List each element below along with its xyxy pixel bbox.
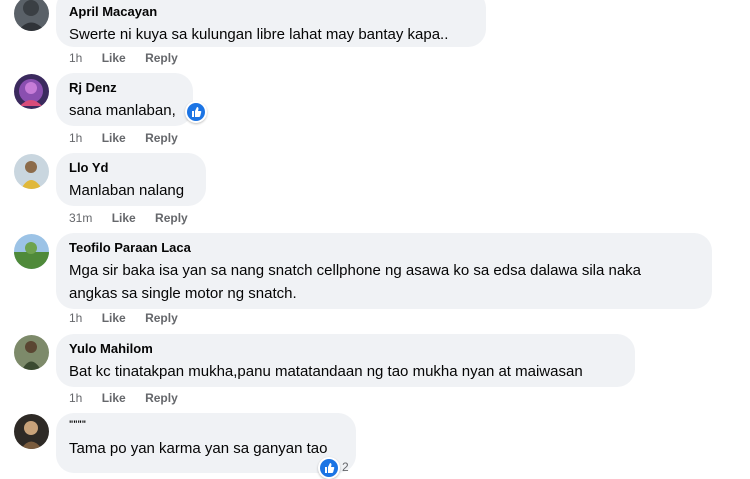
- comment-text-line: Mga sir baka isa yan sa nang snatch cell…: [69, 262, 642, 279]
- like-button[interactable]: Like: [102, 391, 126, 405]
- like-button[interactable]: Like: [112, 211, 136, 225]
- reply-button[interactable]: Reply: [145, 311, 178, 325]
- comment-text: Mga sir baka isa yan sa nang snatch cell…: [69, 259, 699, 305]
- avatar[interactable]: [14, 335, 49, 370]
- reply-button[interactable]: Reply: [145, 51, 178, 65]
- comment-author[interactable]: April Macayan: [69, 3, 473, 20]
- comment-author[interactable]: """": [69, 419, 343, 430]
- like-button[interactable]: Like: [102, 131, 126, 145]
- comment-actions: 31m Like Reply: [69, 211, 204, 225]
- comment-bubble: """" Tama po yan karma yan sa ganyan tao: [56, 413, 356, 473]
- comment-bubble: Llo Yd Manlaban nalang: [56, 153, 206, 206]
- like-button[interactable]: Like: [102, 51, 126, 65]
- comment-timestamp[interactable]: 31m: [69, 211, 92, 225]
- comment-timestamp[interactable]: 1h: [69, 391, 82, 405]
- comment-actions: 1h Like Reply: [69, 51, 194, 65]
- reaction-count[interactable]: 2: [342, 460, 349, 474]
- comment-timestamp[interactable]: 1h: [69, 131, 82, 145]
- comment-bubble: Rj Denz sana manlaban,: [56, 73, 193, 126]
- comment-text: Tama po yan karma yan sa ganyan tao: [69, 440, 328, 457]
- reaction-badge[interactable]: [318, 457, 340, 479]
- comment-bubble: Teofilo Paraan Laca Mga sir baka isa yan…: [56, 233, 712, 309]
- comment-text: Manlaban nalang: [69, 182, 185, 199]
- comment-text: Swerte ni kuya sa kulungan libre lahat m…: [69, 26, 449, 43]
- comment-author[interactable]: Teofilo Paraan Laca: [69, 239, 699, 256]
- comment-author[interactable]: Llo Yd: [69, 159, 193, 176]
- comment-text: Bat kc tinatakpan mukha,panu matatandaan…: [69, 363, 583, 380]
- comment-author[interactable]: Yulo Mahilom: [69, 340, 622, 357]
- reply-button[interactable]: Reply: [145, 391, 178, 405]
- comment-bubble: April Macayan Swerte ni kuya sa kulungan…: [56, 0, 486, 47]
- reply-button[interactable]: Reply: [145, 131, 178, 145]
- avatar[interactable]: [14, 234, 49, 269]
- avatar[interactable]: [14, 74, 49, 109]
- avatar[interactable]: [14, 0, 49, 31]
- avatar[interactable]: [14, 154, 49, 189]
- like-icon: [325, 463, 335, 473]
- like-button[interactable]: Like: [102, 311, 126, 325]
- avatar[interactable]: [14, 414, 49, 449]
- like-icon: [192, 107, 202, 117]
- comment-actions: 1h Like Reply: [69, 311, 194, 325]
- comment-timestamp[interactable]: 1h: [69, 311, 82, 325]
- comment-actions: 1h Like Reply: [69, 391, 194, 405]
- comment-actions: 1h Like Reply: [69, 131, 194, 145]
- reply-button[interactable]: Reply: [155, 211, 188, 225]
- comment-author[interactable]: Rj Denz: [69, 79, 180, 96]
- reaction-badge[interactable]: [185, 101, 207, 123]
- comment-text-line: angkas sa single motor ng snatch.: [69, 285, 297, 302]
- comment-text: sana manlaban,: [69, 102, 176, 119]
- comment-bubble: Yulo Mahilom Bat kc tinatakpan mukha,pan…: [56, 334, 635, 387]
- comment-timestamp[interactable]: 1h: [69, 51, 82, 65]
